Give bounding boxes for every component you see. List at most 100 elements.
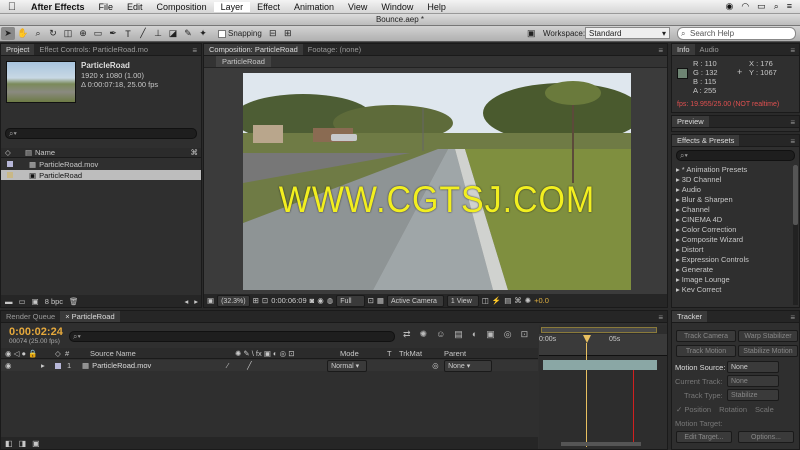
tab-preview[interactable]: Preview <box>672 116 709 127</box>
expand-triangle-icon[interactable]: ▸ <box>676 255 680 264</box>
workspace-select[interactable]: Standard ▾ <box>585 27 670 39</box>
effects-category-item[interactable]: ▸ Composite Wizard <box>672 234 799 244</box>
eye-icon[interactable]: ◉ <box>725 1 733 12</box>
label-color[interactable] <box>7 161 13 167</box>
modes-pane-icon[interactable]: ◨ <box>19 439 27 448</box>
effects-category-item[interactable]: ▸ Kev Correct <box>672 284 799 294</box>
spotlight-icon[interactable]: ⌕ <box>774 1 779 12</box>
fast-previews-icon[interactable]: ⚡ <box>492 296 501 305</box>
snap-option-icon[interactable]: ⊟ <box>266 27 280 40</box>
menu-view[interactable]: View <box>341 2 374 12</box>
effects-category-item[interactable]: ▸ CINEMA 4D <box>672 214 799 224</box>
mode-select[interactable]: Normal ▾ <box>327 359 368 372</box>
in-out-pane-icon[interactable]: ▣ <box>32 439 40 448</box>
timeline-zoom-slider[interactable] <box>561 442 641 446</box>
panel-menu-icon[interactable]: ≡ <box>658 313 667 322</box>
text-tool-icon[interactable]: T <box>121 27 135 40</box>
pen-tool-icon[interactable]: ✒ <box>106 27 120 40</box>
switches-pane-icon[interactable]: ◧ <box>5 439 13 448</box>
zoom-tool-icon[interactable]: ⌕ <box>31 27 45 40</box>
motion-source-select[interactable]: None <box>727 361 779 373</box>
exposure-icon[interactable]: ✺ <box>525 296 531 305</box>
comp-mini-flowchart-icon[interactable]: ⇄ <box>403 329 411 340</box>
graph-editor-icon[interactable]: ◎ <box>504 329 512 340</box>
motion-blur-icon[interactable]: ◐ <box>472 329 477 340</box>
expand-triangle-icon[interactable]: ▸ <box>676 275 680 284</box>
timeline-timecode[interactable]: 0:00:02:24 <box>9 326 63 338</box>
panel-menu-icon[interactable]: ≡ <box>790 46 799 55</box>
wifi-icon[interactable]: ◠ <box>741 1 749 12</box>
effects-category-item[interactable]: ▸ Audio <box>672 184 799 194</box>
layer-name[interactable]: ParticleRoad.mov <box>92 361 227 370</box>
tab-audio[interactable]: Audio <box>695 44 724 55</box>
rectangle-tool-icon[interactable]: ▭ <box>91 27 105 40</box>
rotate-tool-icon[interactable]: ↻ <box>46 27 60 40</box>
comp-subtab[interactable]: ParticleRoad <box>216 56 271 67</box>
expand-triangle-icon[interactable]: ▸ <box>676 235 680 244</box>
apple-icon[interactable]:  <box>0 1 24 13</box>
tab-timeline-particleroad[interactable]: × ParticleRoad <box>60 311 120 322</box>
expand-triangle-icon[interactable]: ▸ <box>41 361 55 370</box>
menu-file[interactable]: File <box>92 2 121 12</box>
roi-icon[interactable]: ⊡ <box>368 296 374 305</box>
tab-project[interactable]: Project <box>1 44 35 55</box>
safe-zones-icon[interactable]: ⊞ <box>253 296 259 305</box>
rotation-check[interactable]: Rotation <box>719 405 747 414</box>
mask-visibility-icon[interactable]: ⊡ <box>262 296 268 305</box>
stabilize-motion-button[interactable]: Stabilize Motion <box>738 345 798 357</box>
clone-tool-icon[interactable]: ⊥ <box>151 27 165 40</box>
scroll-thumb[interactable] <box>793 165 798 225</box>
workspace-icon[interactable]: ▣ <box>527 28 536 39</box>
transparency-grid-icon[interactable]: ▦ <box>377 296 384 305</box>
effects-category-item[interactable]: ▸ Generate <box>672 264 799 274</box>
layer-row[interactable]: ◉ ▸ 1 ▦ ParticleRoad.mov ⁄ ╱ Normal ▾ ◎ … <box>1 359 538 372</box>
effects-category-item[interactable]: ▸ Blur & Sharpen <box>672 194 799 204</box>
brush-tool-icon[interactable]: ╱ <box>136 27 150 40</box>
timeline-search-input[interactable]: ⌕▾ <box>69 331 395 342</box>
brainstorm-icon[interactable]: ▣ <box>486 329 495 340</box>
expand-triangle-icon[interactable]: ▸ <box>676 165 680 174</box>
graph-editor2-icon[interactable]: ⊡ <box>521 329 529 340</box>
parent-select[interactable]: None ▾ <box>444 359 493 372</box>
column-parent[interactable]: Parent <box>444 349 466 358</box>
new-comp-icon[interactable]: ▣ <box>32 297 39 306</box>
effects-category-item[interactable]: ▸ 3D Channel <box>672 174 799 184</box>
column-name[interactable]: Name <box>35 148 55 157</box>
always-preview-icon[interactable]: ▣ <box>207 296 214 305</box>
tab-info[interactable]: Info <box>672 44 695 55</box>
list-item[interactable]: ▦ ParticleRoad.mov <box>1 159 201 169</box>
effects-switch-icon[interactable]: ╱ <box>247 361 327 370</box>
trash-icon[interactable]: 🗑 <box>69 297 79 306</box>
list-item[interactable]: ▣ ParticleRoad <box>1 170 201 180</box>
hand-tool-icon[interactable]: ✋ <box>16 27 30 40</box>
panel-menu-icon[interactable]: ≡ <box>790 118 799 127</box>
column-source-name[interactable]: Source Name <box>90 349 235 358</box>
zoom-select[interactable]: (32.3%) <box>217 294 250 307</box>
effects-category-item[interactable]: ▸ * Animation Presets <box>672 164 799 174</box>
camera-select[interactable]: Active Camera <box>386 294 444 307</box>
column-mode[interactable]: Mode <box>340 349 387 358</box>
time-ruler[interactable]: 0:00s 05s <box>539 334 667 356</box>
track-motion-button[interactable]: Track Motion <box>676 345 736 357</box>
column-trkmat[interactable]: TrkMat <box>399 349 444 358</box>
puppet-tool-icon[interactable]: ✦ <box>196 27 210 40</box>
camera-tool-icon[interactable]: ◫ <box>61 27 75 40</box>
menu-help[interactable]: Help <box>420 2 453 12</box>
project-search-input[interactable]: ⌕▾ <box>5 128 197 139</box>
pan-behind-tool-icon[interactable]: ⊕ <box>76 27 90 40</box>
resolution-select[interactable]: Full <box>336 294 365 307</box>
composition-viewer[interactable]: WWW.CGTSJ.COM <box>243 73 631 290</box>
timeline-icon[interactable]: ▤ <box>504 296 511 305</box>
flowchart-icon[interactable]: ⌘ <box>514 296 522 305</box>
expand-triangle-icon[interactable]: ▸ <box>676 285 680 294</box>
channel-icon[interactable]: ◍ <box>327 296 334 305</box>
current-track-select[interactable]: None <box>727 375 779 387</box>
menu-app[interactable]: After Effects <box>24 2 92 12</box>
eraser-tool-icon[interactable]: ◪ <box>166 27 180 40</box>
label-color[interactable] <box>7 172 13 178</box>
selection-tool-icon[interactable]: ➤ <box>1 27 15 40</box>
tab-footage[interactable]: Footage: (none) <box>303 44 366 55</box>
position-check[interactable]: ✓ Position <box>676 405 711 414</box>
expand-triangle-icon[interactable]: ▸ <box>676 195 680 204</box>
menu-effect[interactable]: Effect <box>250 2 287 12</box>
